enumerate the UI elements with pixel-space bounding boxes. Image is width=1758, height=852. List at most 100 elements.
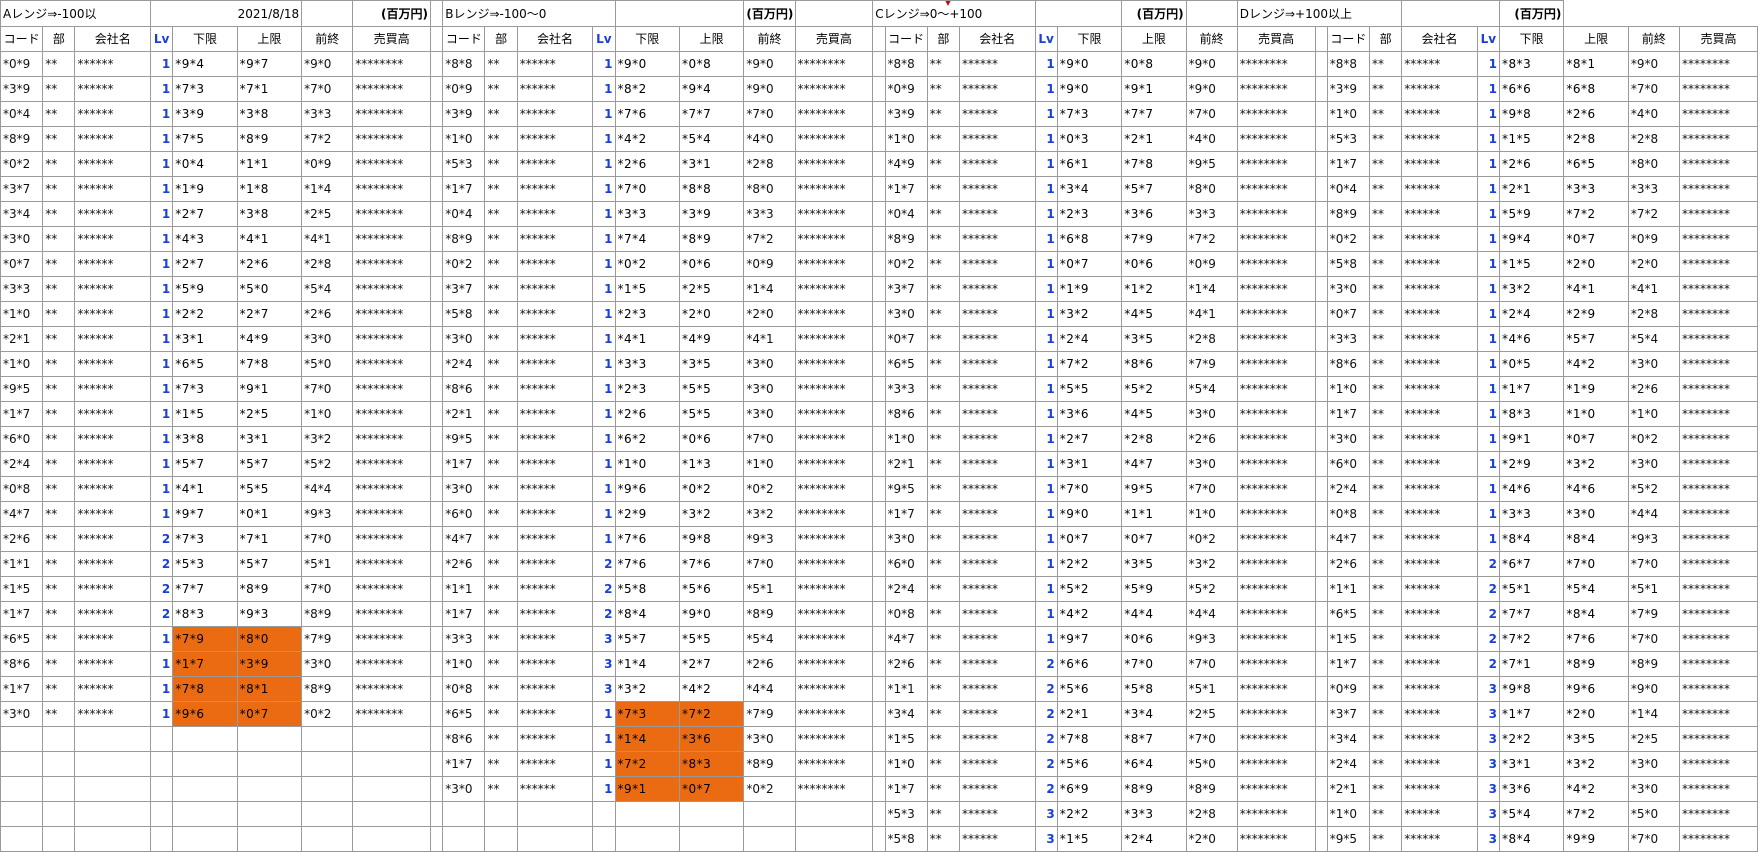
section-cell[interactable] xyxy=(484,801,518,827)
upper-limit-cell[interactable]: *5*5 xyxy=(678,626,745,652)
prev-close-cell[interactable]: *5*0 xyxy=(1627,801,1680,827)
company-name-cell[interactable]: ****** xyxy=(958,451,1036,477)
code-cell[interactable]: *0*8 xyxy=(1326,501,1370,527)
volume-cell[interactable]: ******** xyxy=(1678,401,1758,427)
company-name-cell[interactable]: ****** xyxy=(1401,551,1478,577)
prev-close-cell[interactable]: *0*2 xyxy=(1185,526,1238,552)
code-cell[interactable]: *2*6 xyxy=(1326,551,1370,577)
lower-limit-cell[interactable]: *1*7 xyxy=(1498,376,1565,402)
company-name-cell[interactable] xyxy=(74,826,152,852)
section-cell[interactable]: ** xyxy=(42,276,76,302)
prev-close-cell[interactable]: *8*9 xyxy=(1185,776,1238,802)
upper-limit-cell[interactable] xyxy=(236,826,303,852)
upper-limit-cell[interactable]: *0*7 xyxy=(1563,426,1629,452)
volume-cell[interactable]: ******** xyxy=(1678,651,1758,677)
level-cell[interactable]: 1 xyxy=(1034,426,1058,452)
company-name-cell[interactable]: ****** xyxy=(516,451,594,477)
volume-cell[interactable]: ******** xyxy=(794,626,874,652)
upper-limit-cell[interactable]: *1*0 xyxy=(1563,401,1629,427)
section-cell[interactable]: ** xyxy=(1368,676,1403,702)
lower-limit-cell[interactable]: *2*4 xyxy=(1056,326,1123,352)
company-name-cell[interactable]: ****** xyxy=(516,701,594,727)
prev-close-cell[interactable]: *9*0 xyxy=(1185,76,1238,102)
section-cell[interactable]: ** xyxy=(484,276,518,302)
upper-limit-cell[interactable]: *4*5 xyxy=(1121,401,1187,427)
company-name-cell[interactable]: ****** xyxy=(74,101,152,127)
lower-limit-cell[interactable]: *5*7 xyxy=(172,451,238,477)
volume-cell[interactable]: ******** xyxy=(1236,501,1316,527)
lower-limit-cell[interactable]: *6*5 xyxy=(172,351,238,377)
code-cell[interactable]: *3*0 xyxy=(884,301,928,327)
level-cell[interactable]: 1 xyxy=(1034,226,1058,252)
company-name-cell[interactable]: ****** xyxy=(1401,726,1478,752)
volume-cell[interactable]: ******** xyxy=(1678,501,1758,527)
lower-limit-cell[interactable]: *1*5 xyxy=(172,401,238,427)
level-cell[interactable]: 1 xyxy=(1476,51,1500,77)
lower-limit-cell[interactable]: *4*6 xyxy=(1498,476,1565,502)
prev-close-cell[interactable]: *8*9 xyxy=(301,601,354,627)
prev-close-cell[interactable]: *4*1 xyxy=(1627,276,1680,302)
volume-cell[interactable]: ******** xyxy=(352,601,432,627)
level-cell[interactable]: 1 xyxy=(1034,301,1058,327)
code-cell[interactable]: *3*0 xyxy=(442,776,486,802)
lower-limit-cell[interactable]: *7*5 xyxy=(172,126,238,152)
section-cell[interactable]: ** xyxy=(1368,401,1403,427)
level-cell[interactable]: 1 xyxy=(1476,176,1500,202)
volume-cell[interactable]: ******** xyxy=(352,501,432,527)
company-name-cell[interactable]: ****** xyxy=(1401,801,1478,827)
prev-close-cell[interactable]: *9*0 xyxy=(301,51,354,77)
volume-cell[interactable]: ******** xyxy=(794,751,874,777)
lower-limit-cell[interactable]: *7*6 xyxy=(614,551,680,577)
section-cell[interactable]: ** xyxy=(926,551,960,577)
code-cell[interactable]: *1*0 xyxy=(1326,376,1370,402)
section-cell[interactable]: ** xyxy=(1368,376,1403,402)
volume-cell[interactable]: ******** xyxy=(1236,676,1316,702)
section-cell[interactable]: ** xyxy=(484,601,518,627)
volume-cell[interactable]: ******** xyxy=(352,451,432,477)
prev-close-cell[interactable]: *5*1 xyxy=(1627,576,1680,602)
level-cell[interactable] xyxy=(150,726,174,752)
lower-limit-cell[interactable]: *9*8 xyxy=(1498,101,1565,127)
lower-limit-cell[interactable]: *5*4 xyxy=(1498,801,1565,827)
lower-limit-cell[interactable]: *7*3 xyxy=(172,76,238,102)
volume-cell[interactable]: ******** xyxy=(1236,626,1316,652)
lower-limit-cell[interactable]: *2*2 xyxy=(1498,726,1565,752)
code-cell[interactable]: *8*9 xyxy=(884,226,928,252)
level-cell[interactable]: 1 xyxy=(150,151,174,177)
level-cell[interactable]: 1 xyxy=(592,226,616,252)
level-cell[interactable]: 1 xyxy=(1034,451,1058,477)
column-header[interactable]: 売買高 xyxy=(794,26,874,52)
level-cell[interactable]: 1 xyxy=(150,351,174,377)
upper-limit-cell[interactable]: *3*6 xyxy=(678,726,745,752)
level-cell[interactable]: 1 xyxy=(1034,51,1058,77)
prev-close-cell[interactable]: *5*1 xyxy=(1185,676,1238,702)
level-cell[interactable]: 1 xyxy=(1034,376,1058,402)
section-cell[interactable]: ** xyxy=(484,126,518,152)
prev-close-cell[interactable]: *2*8 xyxy=(1185,326,1238,352)
lower-limit-cell[interactable]: *4*6 xyxy=(1498,326,1565,352)
volume-cell[interactable]: ******** xyxy=(794,701,874,727)
code-cell[interactable]: *1*7 xyxy=(1326,401,1370,427)
code-cell[interactable]: *1*7 xyxy=(442,176,486,202)
level-cell[interactable]: 1 xyxy=(592,426,616,452)
prev-close-cell[interactable]: *9*0 xyxy=(1185,51,1238,77)
level-cell[interactable]: 1 xyxy=(1034,326,1058,352)
prev-close-cell[interactable]: *3*0 xyxy=(743,401,796,427)
column-header[interactable]: 部 xyxy=(1368,26,1403,52)
company-name-cell[interactable]: ****** xyxy=(74,526,152,552)
section-cell[interactable]: ** xyxy=(42,176,76,202)
upper-limit-cell[interactable]: *3*1 xyxy=(678,151,745,177)
prev-close-cell[interactable]: *7*2 xyxy=(1627,201,1680,227)
code-cell[interactable]: *1*7 xyxy=(0,601,44,627)
section-cell[interactable]: ** xyxy=(1368,151,1403,177)
level-cell[interactable]: 1 xyxy=(1476,276,1500,302)
upper-limit-cell[interactable]: *0*1 xyxy=(236,501,303,527)
section-cell[interactable]: ** xyxy=(1368,826,1403,852)
company-name-cell[interactable]: ****** xyxy=(958,576,1036,602)
company-name-cell[interactable]: ****** xyxy=(74,126,152,152)
section-cell[interactable]: ** xyxy=(926,126,960,152)
code-cell[interactable]: *1*1 xyxy=(1326,576,1370,602)
upper-limit-cell[interactable]: *7*2 xyxy=(1563,201,1629,227)
code-cell[interactable]: *6*0 xyxy=(0,426,44,452)
prev-close-cell[interactable]: *8*0 xyxy=(1185,176,1238,202)
